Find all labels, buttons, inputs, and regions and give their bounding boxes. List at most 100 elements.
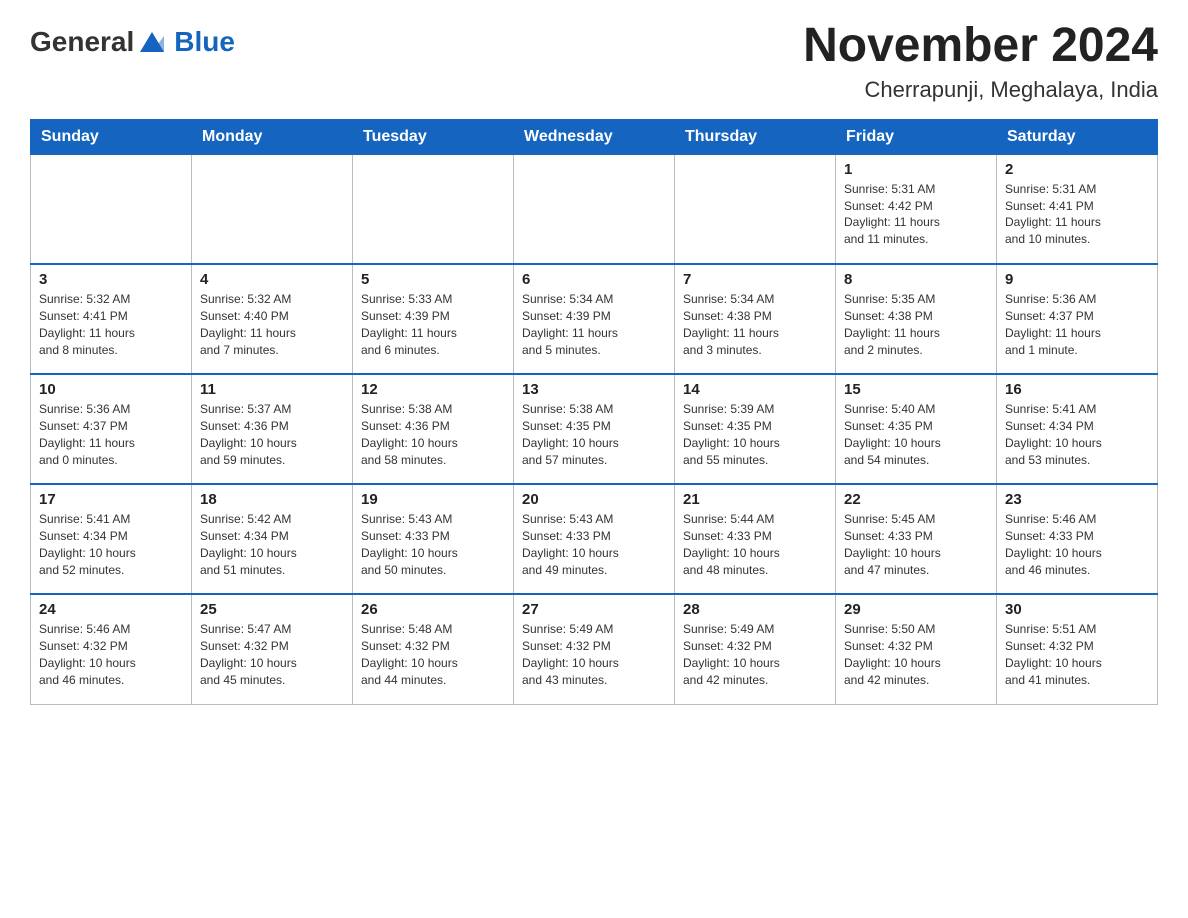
calendar-cell: 9Sunrise: 5:36 AMSunset: 4:37 PMDaylight… [997,264,1158,374]
day-info: Sunrise: 5:40 AMSunset: 4:35 PMDaylight:… [844,401,988,468]
day-info: Sunrise: 5:38 AMSunset: 4:35 PMDaylight:… [522,401,666,468]
calendar-cell: 19 Sunrise: 5:43 AMSunset: 4:33 PMDayligh… [353,484,514,594]
calendar-cell: 30Sunrise: 5:51 AMSunset: 4:32 PMDayligh… [997,594,1158,704]
day-number: 19 [361,491,505,508]
day-info: Sunrise: 5:44 AMSunset: 4:33 PMDaylight:… [683,511,827,578]
day-info: Sunrise: 5:45 AMSunset: 4:33 PMDaylight:… [844,511,988,578]
day-number: 6 [522,271,666,288]
day-number: 18 [200,491,344,508]
day-number: 11 [200,381,344,398]
day-info: Sunrise: 5:38 AMSunset: 4:36 PMDaylight:… [361,401,505,468]
title-block: November 2024 Cherrapunji, Meghalaya, In… [803,20,1158,103]
day-of-week-header: Friday [836,119,997,154]
calendar-cell: 10 Sunrise: 5:36 AMSunset: 4:37 PMDayligh… [31,374,192,484]
day-info: Sunrise: 5:49 AMSunset: 4:32 PMDaylight:… [522,621,666,688]
calendar-cell [192,154,353,264]
day-number: 25 [200,601,344,618]
page-header: General Blue November 2024 Cherrapunji, … [30,20,1158,103]
calendar-cell: 26 Sunrise: 5:48 AMSunset: 4:32 PMDayligh… [353,594,514,704]
calendar-cell: 18 Sunrise: 5:42 AMSunset: 4:34 PMDayligh… [192,484,353,594]
calendar-cell: 12 Sunrise: 5:38 AMSunset: 4:36 PMDayligh… [353,374,514,484]
day-of-week-header: Tuesday [353,119,514,154]
day-info: Sunrise: 5:32 AMSunset: 4:40 PMDaylight:… [200,291,344,358]
day-info: Sunrise: 5:37 AMSunset: 4:36 PMDaylight:… [200,401,344,468]
day-number: 20 [522,491,666,508]
calendar-cell [353,154,514,264]
day-info: Sunrise: 5:41 AMSunset: 4:34 PMDaylight:… [1005,401,1149,468]
day-of-week-header: Wednesday [514,119,675,154]
calendar-cell: 14 Sunrise: 5:39 AMSunset: 4:35 PMDayligh… [675,374,836,484]
calendar-week-row: 3 Sunrise: 5:32 AMSunset: 4:41 PMDaylight… [31,264,1158,374]
day-number: 26 [361,601,505,618]
calendar-cell: 28 Sunrise: 5:49 AMSunset: 4:32 PMDayligh… [675,594,836,704]
day-info: Sunrise: 5:47 AMSunset: 4:32 PMDaylight:… [200,621,344,688]
calendar-cell [514,154,675,264]
day-number: 3 [39,271,183,288]
day-info: Sunrise: 5:46 AMSunset: 4:33 PMDaylight:… [1005,511,1149,578]
day-number: 14 [683,381,827,398]
day-info: Sunrise: 5:34 AMSunset: 4:39 PMDaylight:… [522,291,666,358]
day-of-week-header: Thursday [675,119,836,154]
logo-triangle-icon [136,28,168,56]
calendar-cell: 17 Sunrise: 5:41 AMSunset: 4:34 PMDayligh… [31,484,192,594]
day-info: Sunrise: 5:39 AMSunset: 4:35 PMDaylight:… [683,401,827,468]
calendar-cell: 13 Sunrise: 5:38 AMSunset: 4:35 PMDayligh… [514,374,675,484]
calendar-cell: 3 Sunrise: 5:32 AMSunset: 4:41 PMDaylight… [31,264,192,374]
calendar-week-row: 10 Sunrise: 5:36 AMSunset: 4:37 PMDayligh… [31,374,1158,484]
day-number: 8 [844,271,988,288]
day-number: 24 [39,601,183,618]
logo: General Blue [30,26,235,58]
day-info: Sunrise: 5:36 AMSunset: 4:37 PMDaylight:… [1005,291,1149,358]
day-number: 10 [39,381,183,398]
day-info: Sunrise: 5:36 AMSunset: 4:37 PMDaylight:… [39,401,183,468]
day-number: 21 [683,491,827,508]
calendar-cell: 16 Sunrise: 5:41 AMSunset: 4:34 PMDayligh… [997,374,1158,484]
calendar-cell: 27 Sunrise: 5:49 AMSunset: 4:32 PMDayligh… [514,594,675,704]
day-number: 22 [844,491,988,508]
calendar-cell: 2Sunrise: 5:31 AMSunset: 4:41 PMDaylight… [997,154,1158,264]
page-subtitle: Cherrapunji, Meghalaya, India [803,77,1158,103]
calendar-week-row: 1 Sunrise: 5:31 AMSunset: 4:42 PMDaylight… [31,154,1158,264]
calendar-cell: 22 Sunrise: 5:45 AMSunset: 4:33 PMDayligh… [836,484,997,594]
calendar-header: SundayMondayTuesdayWednesdayThursdayFrid… [31,119,1158,154]
day-info: Sunrise: 5:50 AMSunset: 4:32 PMDaylight:… [844,621,988,688]
day-number: 7 [683,271,827,288]
calendar-cell: 15Sunrise: 5:40 AMSunset: 4:35 PMDayligh… [836,374,997,484]
calendar-cell: 25 Sunrise: 5:47 AMSunset: 4:32 PMDayligh… [192,594,353,704]
day-info: Sunrise: 5:32 AMSunset: 4:41 PMDaylight:… [39,291,183,358]
day-info: Sunrise: 5:34 AMSunset: 4:38 PMDaylight:… [683,291,827,358]
calendar-table: SundayMondayTuesdayWednesdayThursdayFrid… [30,119,1158,705]
day-info: Sunrise: 5:31 AMSunset: 4:42 PMDaylight:… [844,181,988,248]
calendar-cell: 4Sunrise: 5:32 AMSunset: 4:40 PMDaylight… [192,264,353,374]
calendar-cell: 20 Sunrise: 5:43 AMSunset: 4:33 PMDayligh… [514,484,675,594]
days-of-week-row: SundayMondayTuesdayWednesdayThursdayFrid… [31,119,1158,154]
day-number: 23 [1005,491,1149,508]
calendar-cell: 11 Sunrise: 5:37 AMSunset: 4:36 PMDayligh… [192,374,353,484]
day-info: Sunrise: 5:43 AMSunset: 4:33 PMDaylight:… [361,511,505,578]
calendar-cell: 8Sunrise: 5:35 AMSunset: 4:38 PMDaylight… [836,264,997,374]
day-info: Sunrise: 5:49 AMSunset: 4:32 PMDaylight:… [683,621,827,688]
day-number: 17 [39,491,183,508]
day-number: 2 [1005,161,1149,178]
day-number: 13 [522,381,666,398]
calendar-cell: 24Sunrise: 5:46 AMSunset: 4:32 PMDayligh… [31,594,192,704]
day-info: Sunrise: 5:41 AMSunset: 4:34 PMDaylight:… [39,511,183,578]
day-of-week-header: Sunday [31,119,192,154]
logo-blue-text: Blue [174,26,235,58]
day-of-week-header: Monday [192,119,353,154]
day-info: Sunrise: 5:42 AMSunset: 4:34 PMDaylight:… [200,511,344,578]
day-number: 1 [844,161,988,178]
calendar-cell [31,154,192,264]
day-info: Sunrise: 5:43 AMSunset: 4:33 PMDaylight:… [522,511,666,578]
calendar-cell [675,154,836,264]
day-info: Sunrise: 5:48 AMSunset: 4:32 PMDaylight:… [361,621,505,688]
calendar-cell: 6 Sunrise: 5:34 AMSunset: 4:39 PMDaylight… [514,264,675,374]
calendar-cell: 21 Sunrise: 5:44 AMSunset: 4:33 PMDayligh… [675,484,836,594]
calendar-cell: 29Sunrise: 5:50 AMSunset: 4:32 PMDayligh… [836,594,997,704]
day-number: 12 [361,381,505,398]
calendar-cell: 23 Sunrise: 5:46 AMSunset: 4:33 PMDayligh… [997,484,1158,594]
day-number: 28 [683,601,827,618]
day-number: 16 [1005,381,1149,398]
day-info: Sunrise: 5:51 AMSunset: 4:32 PMDaylight:… [1005,621,1149,688]
day-number: 27 [522,601,666,618]
